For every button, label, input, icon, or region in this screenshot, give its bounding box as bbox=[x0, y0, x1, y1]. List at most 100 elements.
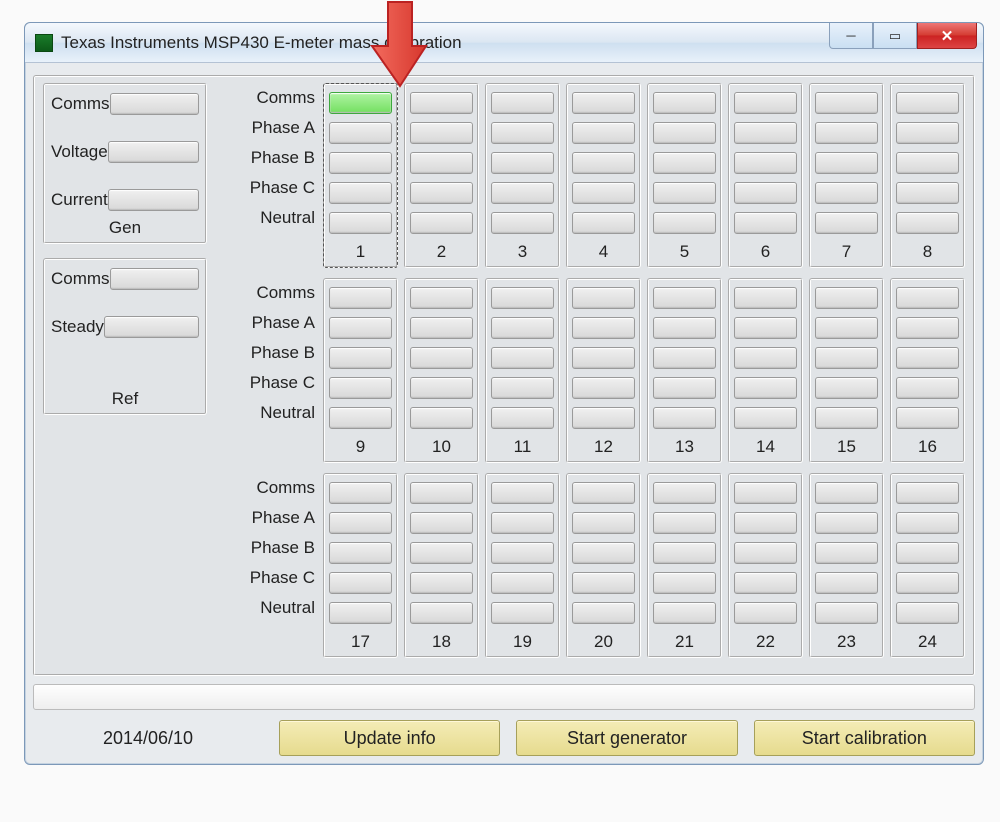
meter-16-neutral-led[interactable] bbox=[896, 407, 959, 429]
meter-3-phase_b-led[interactable] bbox=[491, 152, 554, 174]
meter-5-phase_b-led[interactable] bbox=[653, 152, 716, 174]
meter-7-phase_c-led[interactable] bbox=[815, 182, 878, 204]
meter-4-phase_b-led[interactable] bbox=[572, 152, 635, 174]
meter-18[interactable]: 18 bbox=[404, 473, 479, 658]
close-button[interactable]: ✕ bbox=[917, 23, 977, 49]
meter-6[interactable]: 6 bbox=[728, 83, 803, 268]
meter-21-neutral-led[interactable] bbox=[653, 602, 716, 624]
meter-22-phase_c-led[interactable] bbox=[734, 572, 797, 594]
meter-10-phase_b-led[interactable] bbox=[410, 347, 473, 369]
meter-16-comms-led[interactable] bbox=[896, 287, 959, 309]
meter-22[interactable]: 22 bbox=[728, 473, 803, 658]
meter-20-phase_a-led[interactable] bbox=[572, 512, 635, 534]
meter-14[interactable]: 14 bbox=[728, 278, 803, 463]
meter-13-phase_a-led[interactable] bbox=[653, 317, 716, 339]
meter-24-phase_c-led[interactable] bbox=[896, 572, 959, 594]
meter-3-comms-led[interactable] bbox=[491, 92, 554, 114]
meter-9-phase_b-led[interactable] bbox=[329, 347, 392, 369]
meter-23-phase_c-led[interactable] bbox=[815, 572, 878, 594]
meter-3[interactable]: 3 bbox=[485, 83, 560, 268]
meter-1-phase_a-led[interactable] bbox=[329, 122, 392, 144]
meter-22-comms-led[interactable] bbox=[734, 482, 797, 504]
meter-15-phase_b-led[interactable] bbox=[815, 347, 878, 369]
meter-23-comms-led[interactable] bbox=[815, 482, 878, 504]
meter-17-comms-led[interactable] bbox=[329, 482, 392, 504]
meter-20-phase_b-led[interactable] bbox=[572, 542, 635, 564]
meter-6-phase_b-led[interactable] bbox=[734, 152, 797, 174]
meter-15-phase_c-led[interactable] bbox=[815, 377, 878, 399]
meter-19-comms-led[interactable] bbox=[491, 482, 554, 504]
meter-11-phase_c-led[interactable] bbox=[491, 377, 554, 399]
meter-9-comms-led[interactable] bbox=[329, 287, 392, 309]
meter-18-phase_a-led[interactable] bbox=[410, 512, 473, 534]
meter-16-phase_c-led[interactable] bbox=[896, 377, 959, 399]
meter-19-phase_b-led[interactable] bbox=[491, 542, 554, 564]
minimize-button[interactable]: ─ bbox=[829, 23, 873, 49]
meter-10-neutral-led[interactable] bbox=[410, 407, 473, 429]
meter-11[interactable]: 11 bbox=[485, 278, 560, 463]
meter-9-phase_c-led[interactable] bbox=[329, 377, 392, 399]
meter-4[interactable]: 4 bbox=[566, 83, 641, 268]
meter-5-phase_c-led[interactable] bbox=[653, 182, 716, 204]
meter-24[interactable]: 24 bbox=[890, 473, 965, 658]
meter-14-phase_a-led[interactable] bbox=[734, 317, 797, 339]
meter-21-phase_a-led[interactable] bbox=[653, 512, 716, 534]
meter-1-phase_b-led[interactable] bbox=[329, 152, 392, 174]
meter-7-phase_a-led[interactable] bbox=[815, 122, 878, 144]
meter-12-phase_a-led[interactable] bbox=[572, 317, 635, 339]
meter-12-phase_c-led[interactable] bbox=[572, 377, 635, 399]
meter-11-phase_a-led[interactable] bbox=[491, 317, 554, 339]
meter-9-neutral-led[interactable] bbox=[329, 407, 392, 429]
meter-16-phase_b-led[interactable] bbox=[896, 347, 959, 369]
meter-12-comms-led[interactable] bbox=[572, 287, 635, 309]
meter-8[interactable]: 8 bbox=[890, 83, 965, 268]
gen-voltage-led[interactable] bbox=[108, 141, 199, 163]
meter-6-phase_c-led[interactable] bbox=[734, 182, 797, 204]
meter-18-comms-led[interactable] bbox=[410, 482, 473, 504]
meter-17-phase_a-led[interactable] bbox=[329, 512, 392, 534]
meter-17-neutral-led[interactable] bbox=[329, 602, 392, 624]
meter-23-phase_a-led[interactable] bbox=[815, 512, 878, 534]
meter-16-phase_a-led[interactable] bbox=[896, 317, 959, 339]
meter-7-comms-led[interactable] bbox=[815, 92, 878, 114]
meter-20[interactable]: 20 bbox=[566, 473, 641, 658]
meter-21-phase_b-led[interactable] bbox=[653, 542, 716, 564]
meter-12-neutral-led[interactable] bbox=[572, 407, 635, 429]
meter-9[interactable]: 9 bbox=[323, 278, 398, 463]
meter-24-neutral-led[interactable] bbox=[896, 602, 959, 624]
meter-21-comms-led[interactable] bbox=[653, 482, 716, 504]
meter-15-phase_a-led[interactable] bbox=[815, 317, 878, 339]
meter-19[interactable]: 19 bbox=[485, 473, 560, 658]
meter-18-neutral-led[interactable] bbox=[410, 602, 473, 624]
meter-22-phase_b-led[interactable] bbox=[734, 542, 797, 564]
meter-19-phase_c-led[interactable] bbox=[491, 572, 554, 594]
meter-10-comms-led[interactable] bbox=[410, 287, 473, 309]
meter-23-phase_b-led[interactable] bbox=[815, 542, 878, 564]
meter-15-neutral-led[interactable] bbox=[815, 407, 878, 429]
meter-4-comms-led[interactable] bbox=[572, 92, 635, 114]
meter-8-neutral-led[interactable] bbox=[896, 212, 959, 234]
ref-comms-led[interactable] bbox=[110, 268, 199, 290]
meter-22-phase_a-led[interactable] bbox=[734, 512, 797, 534]
meter-2-neutral-led[interactable] bbox=[410, 212, 473, 234]
meter-5-neutral-led[interactable] bbox=[653, 212, 716, 234]
meter-23[interactable]: 23 bbox=[809, 473, 884, 658]
meter-11-neutral-led[interactable] bbox=[491, 407, 554, 429]
meter-8-comms-led[interactable] bbox=[896, 92, 959, 114]
meter-6-neutral-led[interactable] bbox=[734, 212, 797, 234]
meter-8-phase_c-led[interactable] bbox=[896, 182, 959, 204]
meter-20-neutral-led[interactable] bbox=[572, 602, 635, 624]
meter-14-phase_b-led[interactable] bbox=[734, 347, 797, 369]
meter-4-neutral-led[interactable] bbox=[572, 212, 635, 234]
meter-20-phase_c-led[interactable] bbox=[572, 572, 635, 594]
meter-10-phase_c-led[interactable] bbox=[410, 377, 473, 399]
meter-6-comms-led[interactable] bbox=[734, 92, 797, 114]
gen-comms-led[interactable] bbox=[110, 93, 199, 115]
meter-8-phase_a-led[interactable] bbox=[896, 122, 959, 144]
meter-19-phase_a-led[interactable] bbox=[491, 512, 554, 534]
meter-23-neutral-led[interactable] bbox=[815, 602, 878, 624]
meter-5-comms-led[interactable] bbox=[653, 92, 716, 114]
meter-22-neutral-led[interactable] bbox=[734, 602, 797, 624]
meter-21-phase_c-led[interactable] bbox=[653, 572, 716, 594]
meter-13-phase_c-led[interactable] bbox=[653, 377, 716, 399]
